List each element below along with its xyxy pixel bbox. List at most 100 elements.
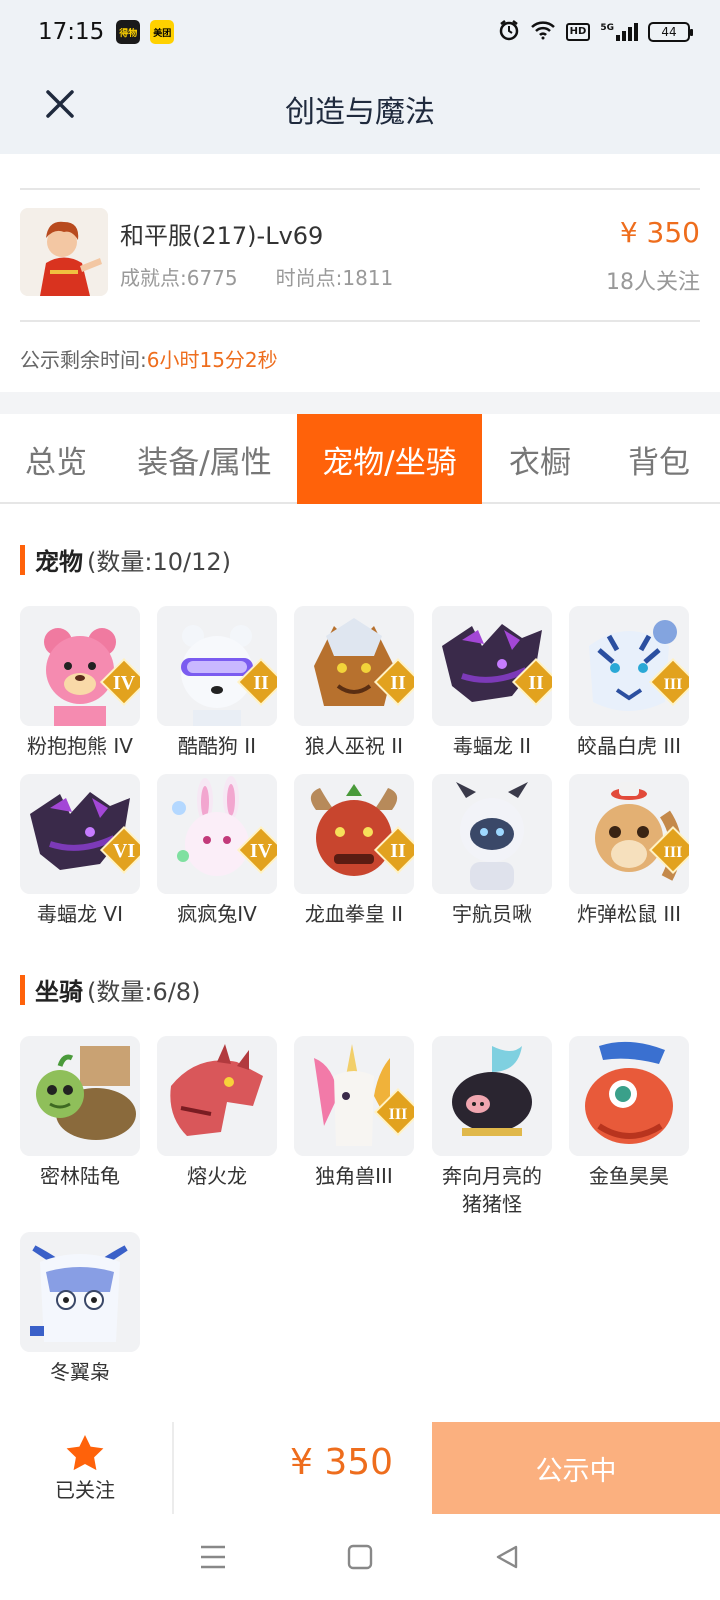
tab-pets-mounts[interactable]: 宠物/坐骑 xyxy=(297,414,482,504)
svg-text:III: III xyxy=(664,676,683,693)
mount-label: 冬翼枭 xyxy=(50,1360,110,1384)
mounts-section-title: 坐骑 (数量:6/8) xyxy=(20,972,200,1007)
winter-owl-icon xyxy=(20,1232,140,1352)
cellular-signal-icon: 5G xyxy=(600,23,638,41)
pet-item[interactable]: II 龙血拳皇 II xyxy=(292,774,416,928)
mount-label: 熔火龙 xyxy=(187,1164,247,1188)
svg-text:III: III xyxy=(664,844,683,861)
network-type: 5G xyxy=(600,23,614,33)
mounts-count: (数量:6/8) xyxy=(87,978,201,1006)
follow-label: 已关注 xyxy=(55,1477,115,1502)
svg-text:II: II xyxy=(253,672,269,694)
battery-icon: 44 xyxy=(648,22,693,42)
pet-label: 疯疯兔IV xyxy=(177,902,257,926)
mount-item[interactable]: 熔火龙 xyxy=(155,1036,279,1190)
pet-item[interactable]: III 炸弹松鼠 III xyxy=(567,774,691,928)
notice-time: 6小时15分2秒 xyxy=(146,348,278,372)
back-icon xyxy=(496,1545,517,1569)
molten-dragon-icon xyxy=(157,1036,277,1156)
bottom-price: ¥ 350 xyxy=(290,1442,394,1483)
svg-text:IV: IV xyxy=(113,672,136,694)
werewolf-shaman-icon: II xyxy=(294,606,414,726)
goldfish-icon xyxy=(569,1036,689,1156)
cool-dog-icon: II xyxy=(157,606,277,726)
scrolled-content-edge xyxy=(20,154,700,190)
pet-label: 狼人巫祝 II xyxy=(304,734,404,758)
tab-backpack[interactable]: 背包 xyxy=(598,414,720,504)
hd-icon: HD xyxy=(565,23,591,41)
status-time: 17:15 xyxy=(38,19,105,45)
account-name: 和平服(217)-Lv69 xyxy=(120,222,324,250)
pet-item[interactable]: IV 疯疯兔IV xyxy=(155,774,279,928)
mount-item[interactable]: 冬翼枭 xyxy=(18,1232,142,1386)
pets-section-title: 宠物 (数量:10/12) xyxy=(20,542,231,577)
pet-label: 皎晶白虎 III xyxy=(576,734,682,758)
moon-pig-icon xyxy=(432,1036,552,1156)
home-button[interactable] xyxy=(340,1537,380,1577)
notice-countdown: 公示剩余时间:6小时15分2秒 xyxy=(20,344,278,373)
system-nav-bar xyxy=(0,1514,720,1600)
mount-label: 奔向月亮的猪猪怪 xyxy=(442,1164,542,1216)
follow-button[interactable]: 已关注 xyxy=(20,1422,150,1514)
account-summary[interactable]: 和平服(217)-Lv69 成就点:6775 时尚点:1811 ¥ 350 18人… xyxy=(20,208,700,300)
character-avatar xyxy=(20,208,108,296)
svg-text:II: II xyxy=(390,840,406,862)
mount-label: 金鱼昊昊 xyxy=(589,1164,669,1188)
bomb-squirrel-icon: III xyxy=(569,774,689,894)
pet-item[interactable]: 宇航员啾 xyxy=(430,774,554,928)
svg-text:IV: IV xyxy=(250,840,273,862)
pets-title: 宠物 xyxy=(35,548,83,576)
follower-count: 18人关注 xyxy=(606,270,700,295)
mount-item[interactable]: III 独角兽III xyxy=(292,1036,416,1190)
nav-header: 创造与魔法 xyxy=(0,64,720,154)
pet-item[interactable]: II 狼人巫祝 II xyxy=(292,606,416,760)
mount-label: 密林陆龟 xyxy=(40,1164,120,1188)
pet-label: 粉抱抱熊 IV xyxy=(27,734,133,758)
svg-text:II: II xyxy=(528,672,544,694)
account-stats: 成就点:6775 时尚点:1811 xyxy=(120,262,393,291)
star-icon xyxy=(66,1434,104,1470)
svg-text:VI: VI xyxy=(113,840,135,862)
publicity-status-button[interactable]: 公示中 xyxy=(432,1422,720,1514)
poison-bat-dragon-icon: II xyxy=(432,606,552,726)
tab-equipment[interactable]: 装备/属性 xyxy=(112,414,297,504)
home-icon xyxy=(347,1544,373,1570)
section-accent-bar xyxy=(20,544,25,575)
dewu-app-icon: 得物 xyxy=(116,20,141,44)
svg-text:II: II xyxy=(390,672,406,694)
mount-item[interactable]: 金鱼昊昊 xyxy=(567,1036,691,1190)
dragon-blood-boxer-icon: II xyxy=(294,774,414,894)
astronaut-chick-icon xyxy=(432,774,552,894)
crazy-rabbit-icon: IV xyxy=(157,774,277,894)
mount-item[interactable]: 奔向月亮的猪猪怪 xyxy=(430,1036,554,1218)
pink-bear-icon: IV xyxy=(20,606,140,726)
pet-item[interactable]: IV 粉抱抱熊 IV xyxy=(18,606,142,760)
back-button[interactable] xyxy=(487,1537,527,1577)
status-bar: 17:15 得物 美团 HD 5G 44 xyxy=(0,0,720,64)
achievement-points: 成就点:6775 xyxy=(120,266,238,290)
mount-item[interactable]: 密林陆龟 xyxy=(18,1036,142,1190)
wifi-icon xyxy=(530,20,556,44)
fashion-points: 时尚点:1811 xyxy=(275,266,394,290)
bottom-action-bar: 已关注 ¥ 350 公示中 xyxy=(0,1422,720,1514)
crystal-white-tiger-icon: III xyxy=(569,606,689,726)
close-button[interactable] xyxy=(40,84,80,124)
pet-item[interactable]: III 皎晶白虎 III xyxy=(567,606,691,760)
pet-label: 宇航员啾 xyxy=(452,902,532,926)
pet-label: 毒蝠龙 VI xyxy=(37,902,123,926)
section-accent-bar xyxy=(20,974,25,1005)
page-title: 创造与魔法 xyxy=(285,95,435,130)
pet-item[interactable]: VI 毒蝠龙 VI xyxy=(18,774,142,928)
pet-item[interactable]: II 毒蝠龙 II xyxy=(430,606,554,760)
meituan-app-icon: 美团 xyxy=(150,20,175,44)
tab-overview[interactable]: 总览 xyxy=(0,414,112,504)
poison-bat-dragon-icon: VI xyxy=(20,774,140,894)
menu-button[interactable] xyxy=(193,1537,233,1577)
close-icon xyxy=(46,90,74,118)
menu-icon xyxy=(201,1545,226,1569)
tab-bar: 总览 装备/属性 宠物/坐骑 衣橱 背包 xyxy=(0,414,720,504)
mounts-title: 坐骑 xyxy=(35,978,83,1006)
tab-wardrobe[interactable]: 衣橱 xyxy=(482,414,598,504)
section-gap xyxy=(0,392,720,414)
pet-item[interactable]: II 酷酷狗 II xyxy=(155,606,279,760)
